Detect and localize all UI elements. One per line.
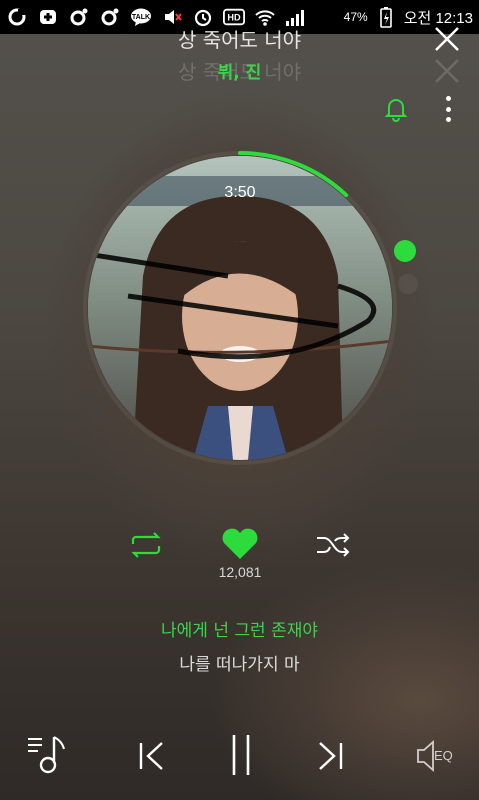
elapsed-time: 3:50 xyxy=(224,184,256,201)
lyric-next-line[interactable]: 나를 떠나가지 마 xyxy=(0,650,479,675)
more-options-button[interactable] xyxy=(440,94,456,124)
repeat-icon xyxy=(131,532,161,558)
playlist-music-icon xyxy=(28,736,65,774)
more-dot xyxy=(445,96,451,101)
battery-percent: 47% xyxy=(343,10,368,24)
playlist-button[interactable] xyxy=(26,735,68,775)
equalizer-button[interactable]: EQ xyxy=(414,738,460,774)
artist-name[interactable]: 뷔, 진 xyxy=(0,58,479,83)
svg-text:TALK: TALK xyxy=(132,14,150,21)
skip-next-icon xyxy=(319,742,343,770)
previous-button[interactable] xyxy=(136,738,168,774)
song-title: 상 죽어도 너야 xyxy=(177,28,302,52)
pause-icon xyxy=(232,735,250,775)
svg-text:HD: HD xyxy=(227,13,241,23)
close-icon xyxy=(435,27,459,51)
close-icon-shadow xyxy=(432,56,462,86)
progress-thumb[interactable] xyxy=(394,240,416,262)
repeat-button[interactable] xyxy=(128,530,164,560)
next-button[interactable] xyxy=(314,738,346,774)
bell-icon xyxy=(384,99,408,122)
heart-icon xyxy=(222,528,258,559)
skip-previous-icon xyxy=(139,742,163,770)
close-button[interactable] xyxy=(432,24,462,54)
shuffle-icon xyxy=(317,533,350,557)
notification-button[interactable] xyxy=(382,95,410,123)
lyric-current-line[interactable]: 나에게 넌 그런 존재야 xyxy=(0,616,479,641)
shuffle-button[interactable] xyxy=(314,530,352,560)
more-dot xyxy=(445,106,451,112)
pause-button[interactable] xyxy=(226,732,256,778)
album-art-container[interactable]: 3:50 xyxy=(80,148,418,468)
like-count: 12,081 xyxy=(218,564,262,580)
eq-label: EQ xyxy=(434,748,453,763)
like-button[interactable] xyxy=(220,526,260,562)
more-dot xyxy=(445,117,451,122)
progress-thumb-shadow xyxy=(398,274,418,294)
